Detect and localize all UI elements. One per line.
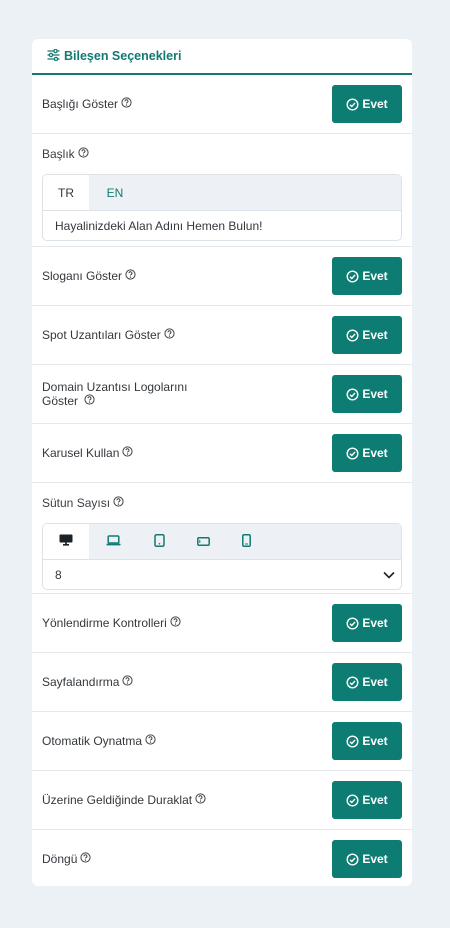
show-slogan-row: Sloganı Göster Evet bbox=[32, 247, 412, 306]
help-icon[interactable] bbox=[78, 147, 89, 161]
title-label: Başlık bbox=[42, 147, 75, 161]
help-icon[interactable] bbox=[145, 734, 156, 748]
pagination-row: Sayfalandırma Evet bbox=[32, 653, 412, 712]
help-icon[interactable] bbox=[125, 269, 136, 283]
show-title-toggle[interactable]: Evet bbox=[332, 85, 402, 123]
title-language-tabs: TR EN Hayalinizdeki Alan Adını Hemen Bul… bbox=[42, 174, 402, 241]
toggle-label: Evet bbox=[362, 328, 388, 342]
tab-tablet[interactable] bbox=[137, 524, 181, 559]
check-circle-icon bbox=[346, 387, 359, 401]
check-circle-icon bbox=[346, 852, 359, 866]
help-icon[interactable] bbox=[84, 394, 95, 408]
autoplay-toggle[interactable]: Evet bbox=[332, 722, 402, 760]
nav-controls-row: Yönlendirme Kontrolleri Evet bbox=[32, 594, 412, 653]
domain-logos-label-line1: Domain Uzantısı Logolarını bbox=[42, 379, 188, 394]
pause-on-hover-label: Üzerine Geldiğinde Duraklat bbox=[42, 793, 193, 807]
phone-icon bbox=[241, 533, 251, 550]
check-circle-icon bbox=[346, 675, 359, 689]
show-slogan-toggle[interactable]: Evet bbox=[332, 257, 402, 295]
carousel-label: Karusel Kullan bbox=[42, 446, 120, 460]
toggle-label: Evet bbox=[362, 269, 388, 283]
panel-header: Bileşen Seçenekleri bbox=[32, 39, 412, 75]
help-icon[interactable] bbox=[195, 793, 206, 807]
toggle-label: Evet bbox=[362, 675, 388, 689]
toggle-label: Evet bbox=[362, 793, 388, 807]
tablet-icon bbox=[153, 533, 165, 550]
help-icon[interactable] bbox=[164, 328, 175, 342]
nav-controls-toggle[interactable]: Evet bbox=[332, 604, 402, 642]
columns-block: Sütun Sayısı 8 bbox=[32, 483, 412, 594]
check-circle-icon bbox=[346, 616, 359, 630]
autoplay-row: Otomatik Oynatma Evet bbox=[32, 712, 412, 771]
check-circle-icon bbox=[346, 793, 359, 807]
help-icon[interactable] bbox=[122, 446, 133, 460]
show-slogan-label: Sloganı Göster bbox=[42, 269, 123, 283]
tab-laptop[interactable] bbox=[89, 524, 137, 559]
columns-select[interactable]: 8 bbox=[43, 559, 401, 589]
chevron-down-icon bbox=[383, 568, 395, 582]
loop-row: Döngü Evet bbox=[32, 830, 412, 886]
tab-mobile-portrait[interactable] bbox=[225, 524, 267, 559]
toggle-label: Evet bbox=[362, 852, 388, 866]
help-icon[interactable] bbox=[122, 675, 133, 689]
pause-on-hover-toggle[interactable]: Evet bbox=[332, 781, 402, 819]
columns-select-value: 8 bbox=[55, 567, 62, 582]
pagination-toggle[interactable]: Evet bbox=[332, 663, 402, 701]
domain-logos-toggle[interactable]: Evet bbox=[332, 375, 402, 413]
spot-extensions-toggle[interactable]: Evet bbox=[332, 316, 402, 354]
sliders-icon bbox=[47, 48, 64, 64]
help-icon[interactable] bbox=[113, 496, 124, 510]
check-circle-icon bbox=[346, 734, 359, 748]
tab-mobile-landscape[interactable] bbox=[181, 524, 225, 559]
check-circle-icon bbox=[346, 269, 359, 283]
domain-logos-label-line2: Göster bbox=[42, 393, 79, 408]
check-circle-icon bbox=[346, 446, 359, 460]
pagination-label: Sayfalandırma bbox=[42, 675, 120, 689]
carousel-toggle[interactable]: Evet bbox=[332, 434, 402, 472]
toggle-label: Evet bbox=[362, 446, 388, 460]
columns-label: Sütun Sayısı bbox=[42, 496, 111, 510]
toggle-label: Evet bbox=[362, 616, 388, 630]
show-title-row: Başlığı Göster Evet bbox=[32, 75, 412, 134]
domain-logos-row: Domain Uzantısı Logolarını Göster Evet bbox=[32, 365, 412, 424]
tab-tr[interactable]: TR bbox=[43, 175, 89, 210]
phone-landscape-icon bbox=[196, 535, 210, 549]
nav-controls-label: Yönlendirme Kontrolleri bbox=[42, 616, 167, 630]
carousel-row: Karusel Kullan Evet bbox=[32, 424, 412, 483]
tab-desktop[interactable] bbox=[43, 524, 89, 559]
toggle-label: Evet bbox=[362, 387, 388, 401]
title-input[interactable]: Hayalinizdeki Alan Adını Hemen Bulun! bbox=[43, 210, 401, 240]
panel-title: Bileşen Seçenekleri bbox=[64, 49, 182, 63]
toggle-label: Evet bbox=[362, 97, 388, 111]
pause-on-hover-row: Üzerine Geldiğinde Duraklat Evet bbox=[32, 771, 412, 830]
help-icon[interactable] bbox=[80, 852, 91, 866]
desktop-icon bbox=[59, 534, 73, 549]
loop-toggle[interactable]: Evet bbox=[332, 840, 402, 878]
component-options-panel: Bileşen Seçenekleri Başlığı Göster Evet … bbox=[32, 39, 412, 886]
spot-extensions-row: Spot Uzantıları Göster Evet bbox=[32, 306, 412, 365]
help-icon[interactable] bbox=[121, 97, 132, 111]
spot-extensions-label: Spot Uzantıları Göster bbox=[42, 328, 161, 342]
laptop-icon bbox=[106, 534, 121, 549]
title-block: Başlık TR EN Hayalinizdeki Alan Adını He… bbox=[32, 134, 412, 247]
device-tabs: 8 bbox=[42, 523, 402, 590]
show-title-label: Başlığı Göster bbox=[42, 97, 119, 111]
tab-en[interactable]: EN bbox=[89, 175, 141, 210]
check-circle-icon bbox=[346, 328, 359, 342]
autoplay-label: Otomatik Oynatma bbox=[42, 734, 143, 748]
check-circle-icon bbox=[346, 97, 359, 111]
toggle-label: Evet bbox=[362, 734, 388, 748]
help-icon[interactable] bbox=[170, 616, 181, 630]
loop-label: Döngü bbox=[42, 852, 78, 866]
